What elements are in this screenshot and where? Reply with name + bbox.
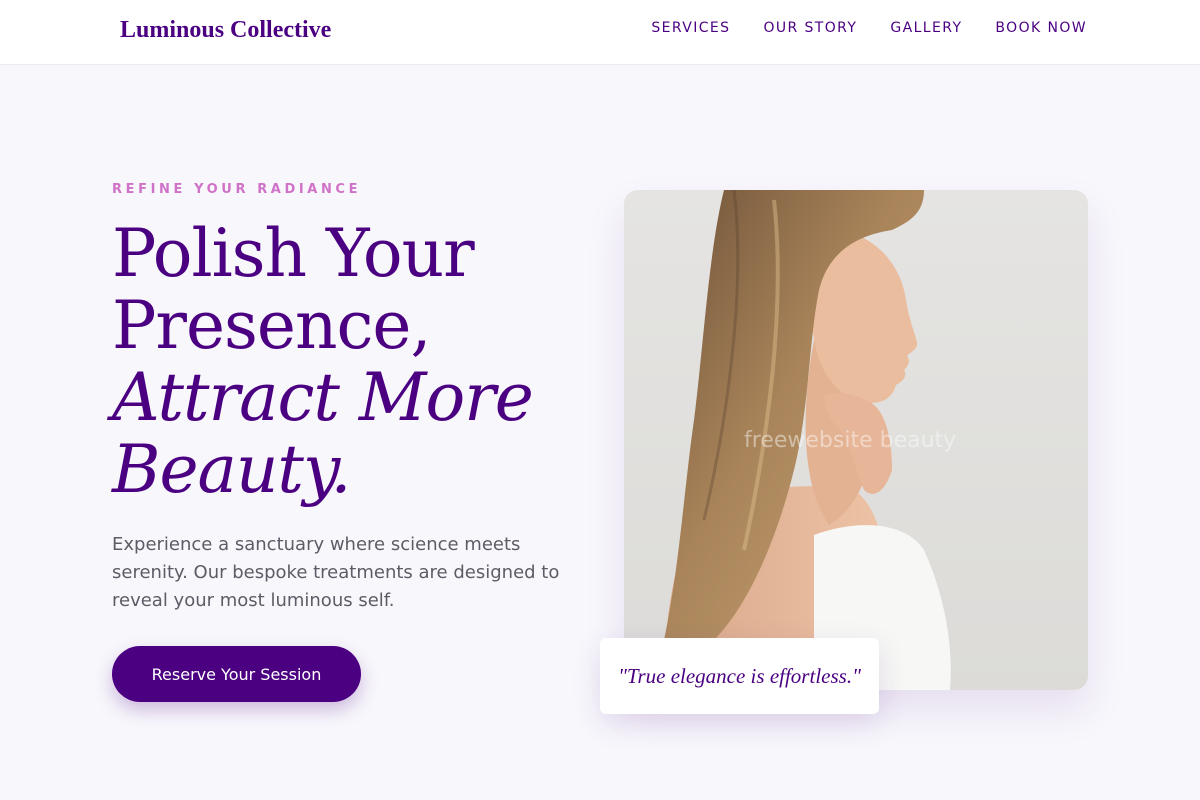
quote-text: "True elegance is effortless." (618, 663, 861, 688)
nav-our-story[interactable]: OUR STORY (763, 20, 857, 36)
hero-eyebrow: REFINE YOUR RADIANCE (112, 182, 362, 197)
site-header: Luminous Collective SERVICES OUR STORY G… (0, 0, 1200, 65)
quote-card: "True elegance is effortless." (600, 638, 879, 714)
hero-lead-text: Experience a sanctuary where science mee… (112, 534, 560, 611)
nav-services[interactable]: SERVICES (651, 20, 730, 36)
headline-line-4: Beauty. (112, 431, 351, 508)
headline-line-1: Polish Your (112, 215, 475, 292)
headline-line-2: Presence, (112, 287, 431, 364)
main-nav: SERVICES OUR STORY GALLERY BOOK NOW (651, 20, 1087, 36)
hero-photo: freewebsite beauty (624, 190, 1088, 690)
reserve-session-button[interactable]: Reserve Your Session (112, 646, 361, 702)
brand-logo[interactable]: Luminous Collective (120, 17, 331, 44)
nav-gallery[interactable]: GALLERY (890, 20, 962, 36)
nav-book-now[interactable]: BOOK NOW (995, 20, 1087, 36)
headline-line-3: Attract More (112, 359, 534, 436)
photo-watermark: freewebsite beauty (744, 428, 957, 453)
hero-headline: Polish Your Presence, Attract More Beaut… (112, 218, 592, 506)
